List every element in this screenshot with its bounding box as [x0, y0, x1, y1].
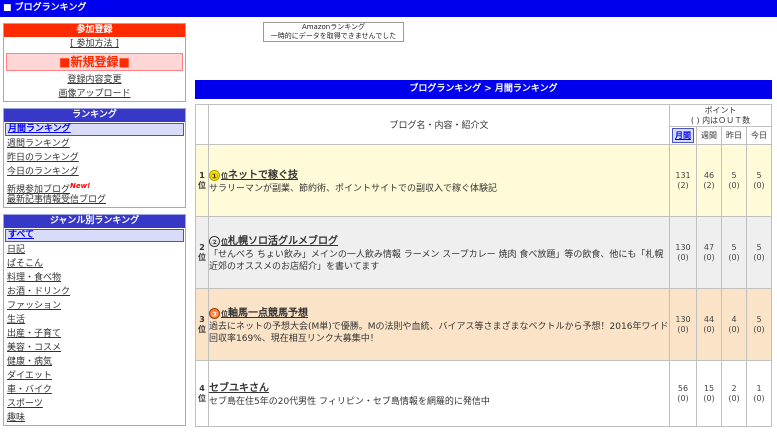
nav-latest-posts[interactable]: 最新記事情報受信ブログ: [4, 193, 185, 207]
nav-new-blogs[interactable]: 新規参加ブログNew!: [4, 179, 185, 195]
genre-item[interactable]: 日記: [4, 243, 185, 257]
table-row: 3位 ③ 位軸馬一点競馬予想 過去にネットの予想大会(M単)で優勝。Mの法則や血統…: [195, 288, 772, 361]
points-header: ポイント ( ) 内はＯＵＴ数: [669, 104, 772, 127]
rank-number: 1位: [195, 144, 209, 217]
nav-weekly-ranking[interactable]: 週間ランキング: [4, 137, 185, 151]
point-weekly: 47 (0): [696, 216, 722, 289]
nav-monthly-ranking[interactable]: 月間ランキング: [5, 123, 184, 136]
period-today-tab[interactable]: 今日: [746, 126, 772, 145]
genre-item[interactable]: 車・バイク: [4, 383, 185, 397]
blog-description: 「せんべろ ちょい飲み」メインの一人飲み情報 ラーメン スープカレー 焼肉 食べ…: [209, 250, 664, 272]
genre-item[interactable]: ぱそこん: [4, 257, 185, 271]
genre-item[interactable]: 料理・食べ物: [4, 271, 185, 285]
blog-description: 過去にネットの予想大会(M単)で優勝。Mの法則や血統、バイアス等さまざまなベクト…: [209, 322, 669, 344]
point-today: 1 (0): [746, 360, 772, 427]
rank-number: 2位: [195, 216, 209, 289]
period-yesterday-tab[interactable]: 昨日: [721, 126, 747, 145]
ranking-nav-box: ランキング 月間ランキング 週間ランキング 昨日のランキング 今日のランキング …: [3, 108, 186, 208]
point-yesterday: 5 (0): [721, 144, 747, 217]
genre-item[interactable]: お酒・ドリンク: [4, 285, 185, 299]
genre-item[interactable]: スポーツ: [4, 397, 185, 411]
how-to-join-link[interactable]: [ 参加方法 ]: [70, 39, 119, 49]
point-weekly: 15 (0): [696, 360, 722, 427]
genre-nav-box: ジャンル別ランキング すべて 日記 ぱそこん 料理・食べ物 お酒・ドリンク ファ…: [3, 214, 186, 426]
table-row: 2位 ② 位札幌ソロ活グルメブログ 「せんべろ ちょい飲み」メインの一人飲み情報 …: [195, 216, 772, 289]
rank-number: 3位: [195, 288, 209, 361]
point-today: 5 (0): [746, 288, 772, 361]
header-title: ■ ブログランキング: [3, 3, 87, 13]
genre-item[interactable]: 出産・子育て: [4, 327, 185, 341]
amazon-message: 一時的にデータを取得できませんでした: [270, 32, 397, 40]
table-row: 1位 ① 位ネットで稼ぐ技 サラリーマンが副業、節約術、ポイントサイトでの副収入で…: [195, 144, 772, 217]
point-today: 5 (0): [746, 144, 772, 217]
rank-medal-icon: ③: [209, 308, 220, 319]
blog-description: サラリーマンが副業、節約術、ポイントサイトでの副収入で稼ぐ体験記: [209, 184, 498, 194]
sidebar: 参加登録 [ 参加方法 ] ■新規登録■ 登録内容変更 画像アップロード ランキ…: [3, 23, 186, 432]
table-row: 4位 セブユキさん セブ島在住5年の20代男性 フィリピン・セブ島情報を網羅的に…: [195, 360, 772, 427]
point-monthly: 131 (2): [669, 144, 697, 217]
amazon-ranking-notice: Amazonランキング 一時的にデータを取得できませんでした: [263, 22, 404, 42]
registration-box: 参加登録 [ 参加方法 ] ■新規登録■ 登録内容変更 画像アップロード: [3, 23, 186, 102]
point-yesterday: 2 (0): [721, 360, 747, 427]
point-monthly: 130 (0): [669, 288, 697, 361]
point-monthly: 130 (0): [669, 216, 697, 289]
new-badge: New!: [70, 182, 91, 190]
point-weekly: 44 (0): [696, 288, 722, 361]
amazon-title: Amazonランキング: [301, 23, 366, 31]
blog-description: セブ島在住5年の20代男性 フィリピン・セブ島情報を網羅的に発信中: [209, 397, 490, 407]
rank-medal-icon: ②: [209, 236, 220, 247]
registration-heading: 参加登録: [4, 24, 185, 37]
nav-today-ranking[interactable]: 今日のランキング: [4, 165, 185, 179]
period-monthly-tab[interactable]: 月間: [669, 126, 697, 145]
rank-number: 4位: [195, 360, 209, 427]
ranking-nav-heading: ランキング: [4, 109, 185, 122]
nav-yesterday-ranking[interactable]: 昨日のランキング: [4, 151, 185, 165]
blog-name-link[interactable]: ① 位ネットで稼ぐ技: [209, 166, 669, 181]
page-title: ブログランキング > 月間ランキング: [195, 80, 772, 99]
genre-item[interactable]: 健康・病気: [4, 355, 185, 369]
change-info-link[interactable]: 登録内容変更: [67, 75, 121, 85]
rank-medal-icon: ①: [209, 170, 220, 181]
point-weekly: 46 (2): [696, 144, 722, 217]
genre-item[interactable]: ダイエット: [4, 369, 185, 383]
blog-name-link[interactable]: セブユキさん: [209, 379, 669, 394]
ranking-table: ブログ名・内容・紹介文 ポイント ( ) 内はＯＵＴ数 月間 週間 昨日 今日 …: [195, 104, 772, 427]
genre-nav-heading: ジャンル別ランキング: [4, 215, 185, 228]
blog-name-link[interactable]: ③ 位軸馬一点競馬予想: [209, 304, 669, 319]
point-yesterday: 5 (0): [721, 216, 747, 289]
image-upload-link[interactable]: 画像アップロード: [58, 89, 130, 99]
top-header-bar: ■ ブログランキング: [0, 0, 777, 17]
genre-all[interactable]: すべて: [5, 229, 184, 242]
point-today: 5 (0): [746, 216, 772, 289]
period-weekly-tab[interactable]: 週間: [696, 126, 722, 145]
genre-item[interactable]: 美容・コスメ: [4, 341, 185, 355]
genre-item[interactable]: ファッション: [4, 299, 185, 313]
genre-item[interactable]: 生活: [4, 313, 185, 327]
blog-column-header: ブログ名・内容・紹介文: [208, 104, 670, 145]
rank-column-header: [195, 104, 209, 145]
blog-name-link[interactable]: ② 位札幌ソロ活グルメブログ: [209, 232, 669, 247]
point-yesterday: 4 (0): [721, 288, 747, 361]
new-register-button[interactable]: ■新規登録■: [6, 53, 183, 71]
point-monthly: 56 (0): [669, 360, 697, 427]
